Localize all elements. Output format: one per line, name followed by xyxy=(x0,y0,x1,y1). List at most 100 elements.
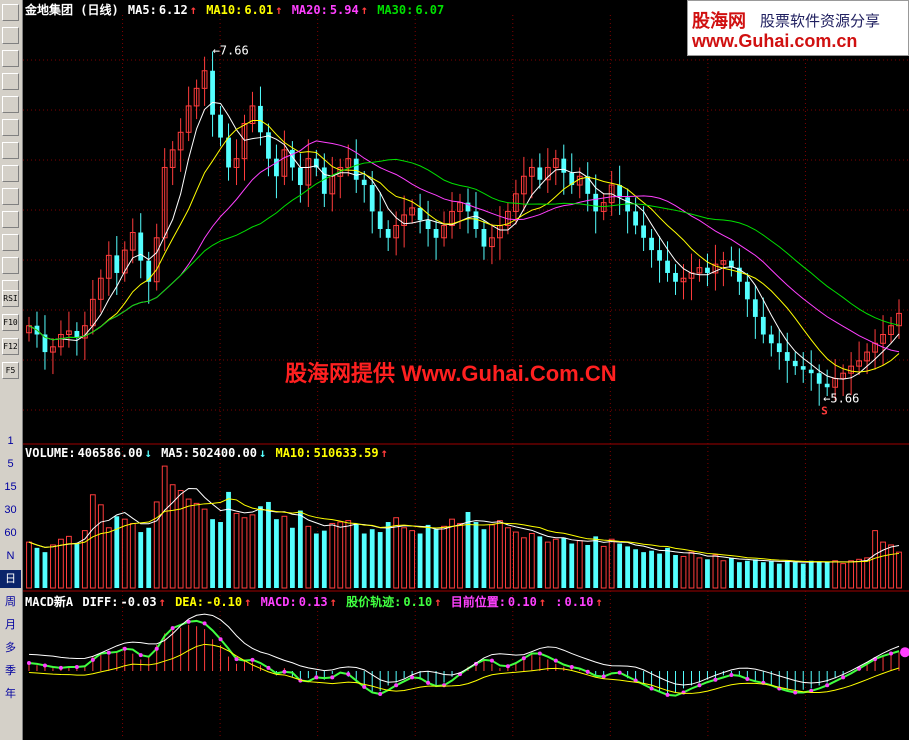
candle-body xyxy=(768,334,774,344)
toolbar-doc2-icon[interactable] xyxy=(2,234,19,251)
track-dot xyxy=(665,692,670,697)
track-dot xyxy=(489,658,494,663)
volume-bar xyxy=(34,547,40,588)
candle-body xyxy=(617,185,623,198)
track-dot xyxy=(90,657,95,662)
track-dot xyxy=(745,676,750,681)
volume-bar xyxy=(736,562,742,588)
volume-bar xyxy=(289,527,295,588)
low-marker-s: S xyxy=(821,404,828,417)
toolbar: RSI F10 F12 F5 1 5 15 30 60 N 日周月多季年 xyxy=(0,0,23,740)
period-10[interactable]: 季 xyxy=(0,662,21,680)
pos-value: 0.10 xyxy=(507,595,537,609)
toolbar-split-icon[interactable] xyxy=(2,96,19,113)
toolbar-line-icon[interactable] xyxy=(2,50,19,67)
volume-bar xyxy=(625,546,631,588)
volume-bar xyxy=(512,531,519,589)
track-dot xyxy=(537,651,542,656)
toolbar-list-icon[interactable] xyxy=(2,27,19,44)
track-dot xyxy=(841,675,846,680)
toolbar-doc-icon[interactable] xyxy=(2,165,19,182)
volume-bar xyxy=(369,529,375,588)
ma30-label: MA30: xyxy=(377,3,414,17)
volume-bar xyxy=(569,543,575,588)
volume-bar xyxy=(241,517,248,589)
track-dot xyxy=(442,683,447,688)
volume-bar xyxy=(161,465,168,589)
toolbar-btn-f12[interactable]: F12 xyxy=(2,338,19,355)
candle-body xyxy=(114,255,120,273)
volume-bar xyxy=(329,522,336,589)
dea-label: DEA: xyxy=(175,595,204,609)
toolbar-btn-rsi[interactable]: RSI xyxy=(2,290,19,307)
period-5[interactable]: N xyxy=(0,547,21,565)
toolbar-copy-icon[interactable] xyxy=(2,119,19,136)
macd-header: MACD新A DIFF: -0.03 ↑ DEA: -0.10 ↑ MACD: 0.13 ↑… xyxy=(25,593,605,610)
price-header: 金地集团 (日线) MA5: 6.12 ↑ MA10: 6.01 ↑ MA20: 5.94… xyxy=(25,1,446,18)
macd-arrow: ↑ xyxy=(329,595,337,609)
track-dot xyxy=(74,665,79,670)
volume-bar xyxy=(146,527,152,588)
period-7[interactable]: 周 xyxy=(0,593,21,611)
candle-body xyxy=(385,229,391,238)
volume-bar xyxy=(266,501,271,588)
period-4[interactable]: 60 xyxy=(0,524,21,542)
toolbar-bars-icon[interactable] xyxy=(2,188,19,205)
volume-bar xyxy=(274,519,279,588)
track-dot xyxy=(170,626,175,631)
site-logo[interactable]: 股海网 股票软件资源分享 www.Guhai.com.cn xyxy=(687,0,909,56)
track-dot xyxy=(697,683,702,688)
ma10-arrow: ↑ xyxy=(275,3,283,17)
volume-bar xyxy=(361,533,367,588)
ma10-value: 6.01 xyxy=(244,3,274,17)
volume-bar xyxy=(528,533,535,589)
period-9[interactable]: 多 xyxy=(0,639,21,657)
period-2[interactable]: 15 xyxy=(0,478,21,496)
track-dot xyxy=(58,665,63,670)
period-8[interactable]: 月 xyxy=(0,616,21,634)
volume-bar xyxy=(153,501,160,589)
toolbar-zoom-icon[interactable] xyxy=(2,257,19,274)
track-dot xyxy=(585,669,590,674)
volume-bar xyxy=(26,541,32,589)
period-6[interactable]: 日 xyxy=(0,570,21,588)
volume-bar xyxy=(233,512,240,589)
track-dot xyxy=(569,665,574,670)
diff-arrow: ↑ xyxy=(158,595,166,609)
toolbar-kline-icon[interactable] xyxy=(2,73,19,90)
volume-bar xyxy=(457,522,463,589)
toolbar-btn-f10[interactable]: F10 xyxy=(2,314,19,331)
diff-line xyxy=(28,613,900,686)
volume-bar xyxy=(497,520,503,589)
track-dot xyxy=(362,684,367,689)
period-11[interactable]: 年 xyxy=(0,685,21,703)
volume-bar xyxy=(105,527,112,589)
period-0[interactable]: 1 xyxy=(0,432,21,450)
candle-body xyxy=(138,232,144,261)
track-dot xyxy=(426,680,431,685)
toolbar-F12-icon[interactable] xyxy=(2,211,19,228)
candle-body xyxy=(760,316,766,335)
volume-bar xyxy=(552,538,559,589)
candle-body xyxy=(146,260,152,282)
volume-bar xyxy=(281,515,288,589)
volume-bar xyxy=(313,533,319,588)
toolbar-F10-icon[interactable] xyxy=(2,142,19,159)
volume-bar xyxy=(138,532,144,588)
period-1[interactable]: 5 xyxy=(0,455,21,473)
volume-bar xyxy=(385,522,391,588)
toolbar-grid-icon[interactable] xyxy=(2,4,19,21)
volume-bar xyxy=(544,541,551,589)
candle-body xyxy=(369,185,375,212)
volume-bar xyxy=(305,525,312,589)
track-dot xyxy=(26,661,31,666)
toolbar-btn-f5[interactable]: F5 xyxy=(2,362,19,379)
period-3[interactable]: 30 xyxy=(0,501,21,519)
volume-bar xyxy=(728,557,734,588)
track-dot xyxy=(122,646,127,651)
track-dot xyxy=(889,651,894,656)
ma10-label: MA10: xyxy=(206,3,243,17)
candle-body xyxy=(673,272,678,282)
macd-label: MACD: xyxy=(260,595,297,609)
candle-body xyxy=(705,267,710,273)
